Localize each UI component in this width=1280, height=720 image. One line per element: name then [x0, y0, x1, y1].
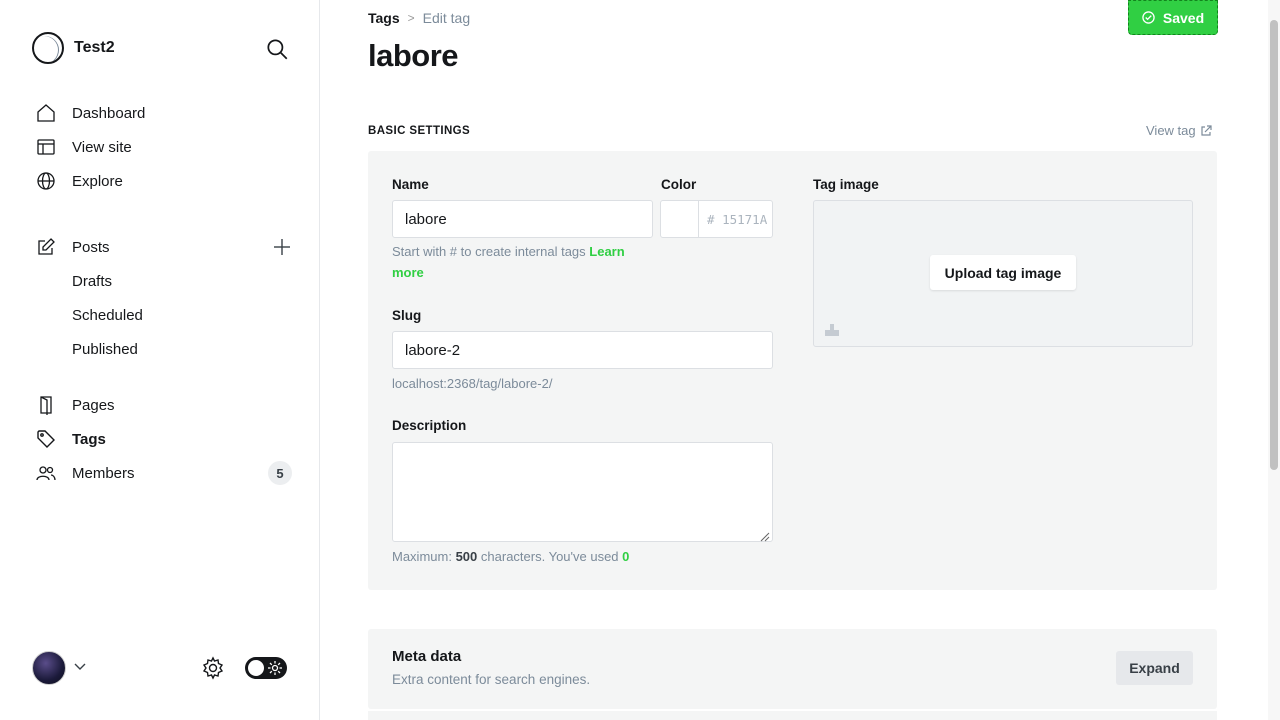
- next-card: [368, 709, 1217, 720]
- nav-tags-label: Tags: [72, 430, 106, 448]
- tag-image-label: Tag image: [813, 177, 879, 192]
- nav-drafts[interactable]: Drafts: [36, 264, 292, 298]
- home-icon: [36, 103, 56, 123]
- nav-members[interactable]: Members 5: [36, 456, 292, 490]
- basic-settings-card: Name labore Start with # to create inter…: [368, 151, 1217, 590]
- nav-published[interactable]: Published: [36, 332, 292, 366]
- nav-members-label: Members: [72, 464, 135, 482]
- nav-posts-label: Posts: [72, 238, 110, 256]
- save-button[interactable]: Saved: [1128, 0, 1218, 35]
- name-help: Start with # to create internal tags: [392, 244, 586, 259]
- name-input[interactable]: labore: [392, 200, 653, 238]
- site-name: Test2: [74, 39, 115, 56]
- site-logo: [32, 32, 64, 64]
- nav-dashboard[interactable]: Dashboard: [36, 96, 292, 130]
- nav-explore[interactable]: Explore: [36, 164, 292, 198]
- avatar[interactable]: [32, 651, 66, 685]
- nav-view-site-label: View site: [72, 138, 132, 156]
- resize-handle-icon[interactable]: [760, 529, 770, 542]
- search-icon[interactable]: [264, 36, 290, 62]
- scrollbar[interactable]: [1268, 0, 1280, 720]
- site-brand[interactable]: Test2: [32, 32, 115, 64]
- description-label: Description: [392, 418, 467, 433]
- nav-scheduled[interactable]: Scheduled: [36, 298, 292, 332]
- external-link-icon: [1201, 124, 1212, 136]
- members-icon: [36, 463, 56, 483]
- image-placeholder-icon: [824, 321, 840, 337]
- view-tag-label: View tag: [1146, 123, 1196, 138]
- desc-max: 500: [455, 549, 478, 564]
- nav-tags[interactable]: Tags: [36, 422, 292, 456]
- slug-label: Slug: [392, 308, 422, 323]
- description-help: Maximum: 500 characters. You've used 0: [392, 546, 629, 567]
- desc-help-prefix: Maximum:: [392, 549, 452, 564]
- new-post-plus-icon[interactable]: [272, 237, 292, 257]
- color-placeholder: 15171A: [722, 211, 768, 227]
- upload-tag-image-button[interactable]: Upload tag image: [930, 255, 1076, 290]
- edit-icon: [36, 237, 56, 257]
- members-count-badge: 5: [268, 461, 292, 485]
- save-button-label: Saved: [1162, 9, 1205, 26]
- breadcrumb-separator: >: [407, 11, 415, 25]
- meta-data-subtitle: Extra content for search engines.: [392, 672, 591, 687]
- desc-used-count: 0: [622, 549, 630, 564]
- expand-meta-button[interactable]: Expand: [1116, 651, 1193, 685]
- color-label: Color: [661, 177, 697, 192]
- name-label: Name: [392, 177, 429, 192]
- check-circle-icon: [1142, 11, 1155, 24]
- tag-icon: [36, 429, 56, 449]
- nav-explore-label: Explore: [72, 172, 123, 190]
- dark-mode-toggle[interactable]: [245, 657, 287, 679]
- slug-url: localhost:2368/tag/labore-2/: [392, 376, 553, 391]
- chevron-down-icon[interactable]: [73, 660, 87, 674]
- desc-help-mid: characters. You've used: [480, 549, 619, 564]
- color-swatch[interactable]: [660, 200, 699, 238]
- breadcrumb-tags-link[interactable]: Tags: [368, 10, 400, 26]
- sidebar: Test2 Dashboard View site Explore Posts …: [0, 0, 320, 720]
- main-content: Tags > Edit tag Saved labore BASIC SETTI…: [320, 0, 1268, 720]
- nav-dashboard-label: Dashboard: [72, 104, 146, 122]
- nav-drafts-label: Drafts: [72, 272, 113, 290]
- scrollbar-thumb[interactable]: [1270, 20, 1278, 470]
- color-hash: #: [707, 211, 715, 227]
- nav-posts[interactable]: Posts: [36, 230, 292, 264]
- page-title: labore: [368, 38, 459, 73]
- tag-image-dropzone[interactable]: Upload tag image: [813, 200, 1193, 347]
- nav-pages[interactable]: Pages: [36, 388, 292, 422]
- name-help-text: Start with # to create internal tags Lea…: [392, 241, 652, 283]
- view-tag-link[interactable]: View tag: [1146, 123, 1212, 138]
- pages-icon: [36, 395, 56, 415]
- color-hex-input[interactable]: # 15171A: [698, 200, 773, 238]
- gear-icon[interactable]: [201, 656, 225, 680]
- sun-icon: [267, 660, 283, 676]
- nav-view-site[interactable]: View site: [36, 130, 292, 164]
- section-label-basic: BASIC SETTINGS: [368, 125, 471, 137]
- nav-pages-label: Pages: [72, 396, 115, 414]
- description-textarea[interactable]: [392, 442, 773, 542]
- meta-data-title: Meta data: [392, 648, 462, 665]
- breadcrumb: Tags > Edit tag: [368, 10, 470, 26]
- globe-icon: [36, 171, 56, 191]
- meta-data-card: Meta data Extra content for search engin…: [368, 629, 1217, 709]
- nav-scheduled-label: Scheduled: [72, 306, 143, 324]
- slug-input[interactable]: labore-2: [392, 331, 773, 369]
- breadcrumb-current: Edit tag: [422, 10, 471, 26]
- toggle-knob: [248, 660, 264, 676]
- layout-icon: [36, 137, 56, 157]
- nav-published-label: Published: [72, 340, 138, 358]
